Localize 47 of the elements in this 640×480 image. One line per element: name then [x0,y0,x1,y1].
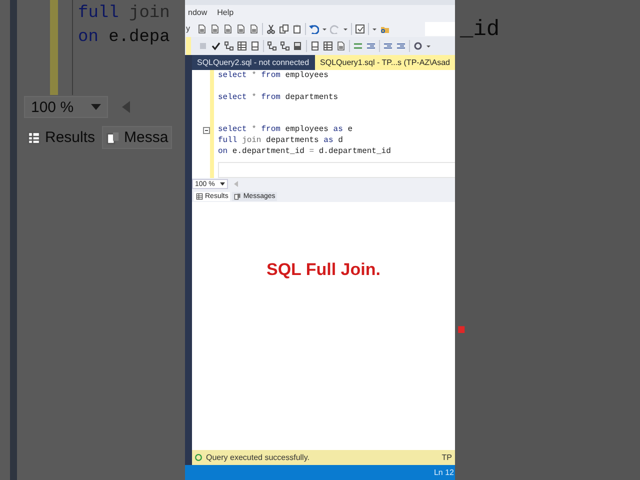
grid-icon[interactable] [27,130,41,144]
menu-item[interactable]: Help [217,8,234,17]
document-icon[interactable] [336,41,346,51]
messages-icon[interactable] [234,192,242,200]
code-line: on e.depa [78,27,170,49]
indent-icon[interactable] [383,41,393,51]
document-icon[interactable] [249,24,259,34]
document-icon[interactable] [197,24,207,34]
status-message: Query executed successfully. [206,453,310,462]
indent-icon[interactable] [366,41,376,51]
tree-icon[interactable] [280,41,290,51]
highlight-bar [186,37,191,55]
cut-icon[interactable] [266,24,276,34]
messages-icon[interactable] [106,130,120,144]
document-tab[interactable]: SQLQuery1.sql - TP...s (TP-AZ\Asad [315,55,455,70]
code-line: select * from employees [218,70,330,81]
collapse-icon[interactable] [203,127,210,134]
undo-icon[interactable] [309,24,319,34]
panel-icon[interactable] [250,41,260,51]
window-icon[interactable] [355,24,365,34]
code-line: on e.department_id = d.department_id [218,146,392,158]
document-icon[interactable] [223,24,233,34]
document-icon[interactable] [236,24,246,34]
search-field[interactable] [425,22,455,36]
indent-icon[interactable] [396,41,406,51]
paste-icon[interactable] [292,24,302,34]
success-icon [195,454,202,461]
code-line: select * from departments [218,92,340,103]
tree-icon[interactable] [267,41,277,51]
caption-text: . [455,290,468,344]
code-line: _id [460,17,500,42]
tree-icon[interactable] [224,41,234,51]
cursor-position: Ln 12 [434,468,454,477]
grid-icon[interactable] [196,192,203,200]
panel-icon[interactable] [310,41,320,51]
code-line: select * from employees as e [218,124,354,136]
status-server: TP [442,453,452,462]
caret-icon[interactable] [220,182,225,186]
checkmark-icon[interactable] [211,41,221,51]
grid-icon[interactable] [323,41,333,51]
grid-icon[interactable] [237,41,247,51]
document-icon[interactable] [210,24,220,34]
caption-text: SQL Full Join. [266,260,380,280]
code-line: full join departments as d [218,135,344,146]
menu-item[interactable]: ndow [188,8,208,17]
menu-item[interactable]: y [186,24,190,33]
copy-icon[interactable] [279,24,289,34]
